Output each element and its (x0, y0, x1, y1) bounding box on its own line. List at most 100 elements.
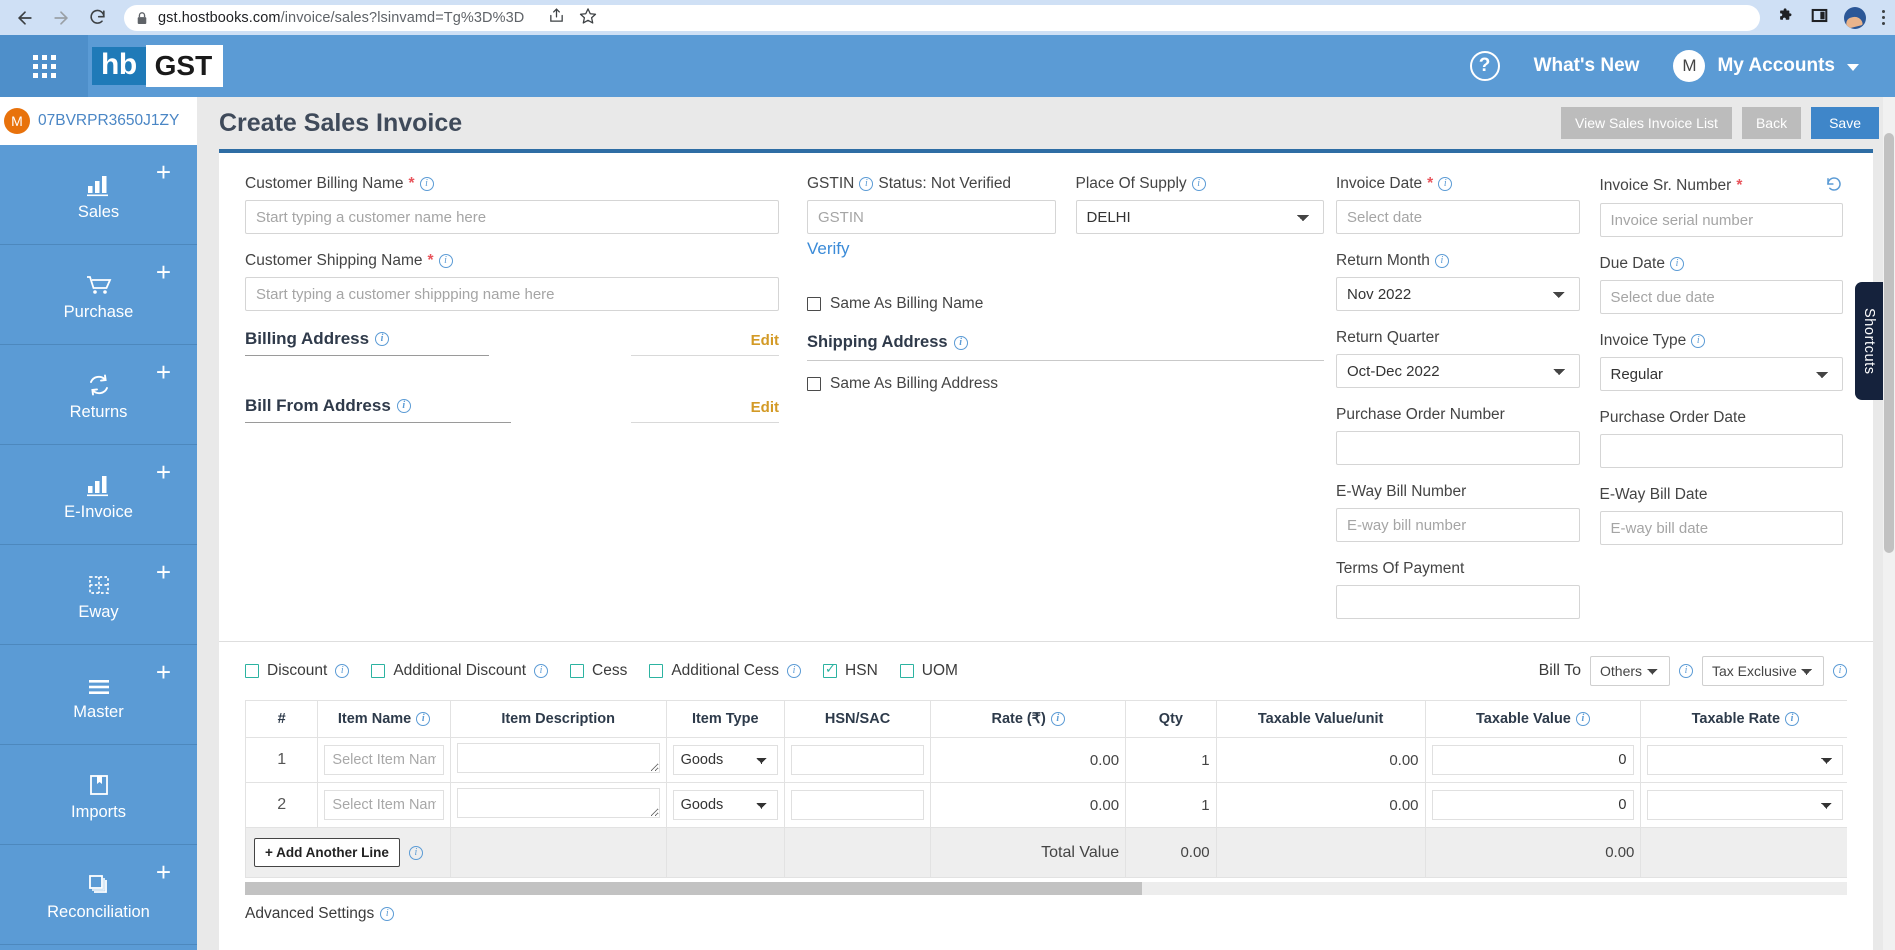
info-icon[interactable]: i (1191, 177, 1206, 191)
brand-logo[interactable]: hb GST (92, 44, 224, 88)
terms-of-payment-input[interactable] (1336, 585, 1580, 619)
apps-waffle-icon[interactable] (0, 35, 88, 97)
billing-address-edit-link[interactable]: Edit (630, 332, 779, 356)
same-as-billing-address-row[interactable]: Same As Billing Address (807, 375, 1324, 393)
sidebar-item-sales[interactable]: + Sales (0, 145, 197, 245)
discount-checkbox[interactable] (245, 664, 259, 678)
item-name-input[interactable] (324, 790, 444, 820)
taxable-rate-select[interactable] (1647, 790, 1844, 820)
sidebar-gstin-row[interactable]: M 07BVRPR3650J1ZY (0, 97, 197, 145)
refresh-icon[interactable] (1825, 175, 1843, 196)
tax-mode-select[interactable]: Tax Exclusive (1702, 656, 1824, 686)
sidebar-item-imports[interactable]: Imports (0, 745, 197, 845)
gstin-input[interactable] (807, 200, 1056, 234)
same-as-billing-name-row[interactable]: Same As Billing Name (807, 295, 1324, 313)
sidebar-item-master[interactable]: + Master (0, 645, 197, 745)
items-table-scroll[interactable]: # Item Name i Item Description Item Type … (245, 700, 1847, 878)
due-date-input[interactable] (1599, 280, 1843, 314)
info-icon[interactable]: i (1575, 712, 1590, 726)
additional-cess-checkbox[interactable] (649, 664, 664, 678)
option-additional-discount[interactable]: Additional Discount i (371, 662, 549, 680)
option-uom[interactable]: UOM (899, 662, 958, 680)
save-button[interactable]: Save (1811, 107, 1879, 139)
customer-shipping-name-input[interactable] (245, 277, 779, 311)
uom-checkbox[interactable] (899, 664, 914, 678)
cell-rate[interactable]: 0.00 (930, 737, 1127, 783)
eway-bill-date-input[interactable] (1599, 511, 1843, 545)
star-icon[interactable] (579, 7, 597, 29)
whats-new-link[interactable]: What's New (1534, 55, 1640, 77)
invoice-sr-number-input[interactable] (1599, 203, 1843, 237)
purchase-order-date-input[interactable] (1599, 434, 1843, 468)
sidebar-item-reconciliation[interactable]: + Reconciliation (0, 845, 197, 945)
hsn-sac-input[interactable] (790, 745, 925, 775)
item-description-textarea[interactable] (456, 743, 660, 773)
help-circle-icon[interactable]: ? (1469, 51, 1500, 81)
sidebar-item-eway[interactable]: + Eway (0, 545, 197, 645)
info-icon[interactable]: i (1434, 254, 1449, 268)
items-table-hscroll-thumb[interactable] (245, 882, 1143, 895)
sidebar-item-e-invoice[interactable]: + E-Invoice (0, 445, 197, 545)
info-icon[interactable]: i (335, 664, 350, 678)
eway-bill-number-input[interactable] (1336, 508, 1580, 542)
add-eway-icon[interactable]: + (156, 559, 171, 585)
item-type-select[interactable]: Goods (672, 790, 778, 820)
info-icon[interactable]: i (380, 907, 395, 921)
omnibox[interactable]: gst.hostbooks.com/invoice/sales?lsinvamd… (124, 4, 1760, 31)
cell-qty[interactable]: 1 (1125, 737, 1217, 783)
cell-rate[interactable]: 0.00 (930, 782, 1127, 828)
info-icon[interactable]: i (1050, 712, 1065, 726)
same-as-billing-name-checkbox[interactable] (807, 297, 821, 311)
page-scrollbar-thumb[interactable] (1884, 133, 1894, 553)
taxable-value-input[interactable] (1431, 745, 1635, 775)
back-arrow-icon[interactable] (10, 3, 40, 33)
option-additional-cess[interactable]: Additional Cess i (649, 662, 802, 680)
option-cess[interactable]: Cess (570, 662, 627, 680)
info-icon[interactable]: i (859, 177, 874, 191)
return-month-select[interactable]: Nov 2022 (1336, 277, 1580, 311)
item-name-input[interactable] (324, 745, 444, 775)
add-sales-icon[interactable]: + (156, 159, 171, 185)
info-icon[interactable]: i (396, 399, 411, 413)
my-accounts-menu[interactable]: M My Accounts (1673, 50, 1859, 82)
info-icon[interactable]: i (534, 664, 549, 678)
kebab-menu-icon[interactable] (1882, 10, 1885, 25)
taxable-rate-select[interactable] (1647, 745, 1844, 775)
bill-from-address-edit-link[interactable]: Edit (630, 399, 779, 423)
same-as-billing-address-checkbox[interactable] (807, 377, 821, 391)
place-of-supply-select[interactable]: DELHI (1075, 200, 1324, 234)
bill-to-select[interactable]: Others (1590, 656, 1670, 686)
add-e-invoice-icon[interactable]: + (156, 459, 171, 485)
info-icon[interactable]: i (438, 254, 453, 268)
page-scrollbar[interactable] (1883, 97, 1895, 950)
add-purchase-icon[interactable]: + (156, 259, 171, 285)
info-icon[interactable]: i (787, 664, 802, 678)
option-hsn[interactable]: HSN (823, 662, 878, 680)
invoice-date-input[interactable] (1336, 200, 1580, 234)
add-master-icon[interactable]: + (156, 659, 171, 685)
back-button[interactable]: Back (1741, 107, 1802, 139)
invoice-type-select[interactable]: Regular (1599, 357, 1843, 391)
customer-billing-name-input[interactable] (245, 200, 779, 234)
shortcuts-tab[interactable]: Shortcuts (1855, 282, 1883, 400)
add-returns-icon[interactable]: + (156, 359, 171, 385)
info-icon[interactable]: i (1438, 177, 1453, 191)
info-icon[interactable]: i (1691, 334, 1706, 348)
sidebar-item-returns[interactable]: + Returns (0, 345, 197, 445)
forward-arrow-icon[interactable] (46, 3, 76, 33)
cell-qty[interactable]: 1 (1125, 782, 1217, 828)
sidebar-item-purchase[interactable]: + Purchase (0, 245, 197, 345)
advanced-settings-section[interactable]: Advanced Settings i (219, 895, 1873, 923)
info-icon[interactable]: i (1669, 257, 1684, 271)
info-icon[interactable]: i (408, 845, 423, 860)
additional-discount-checkbox[interactable] (371, 664, 386, 678)
cess-checkbox[interactable] (570, 664, 585, 678)
profile-avatar-icon[interactable] (1844, 6, 1866, 29)
add-another-line-button[interactable]: + Add Another Line (254, 838, 400, 867)
items-table-hscrollbar[interactable] (245, 882, 1847, 895)
hsn-checkbox[interactable] (823, 662, 838, 678)
item-type-select[interactable]: Goods (672, 745, 778, 775)
info-icon[interactable]: i (1833, 664, 1847, 678)
puzzle-piece-icon[interactable] (1778, 7, 1795, 28)
return-quarter-select[interactable]: Oct-Dec 2022 (1336, 354, 1580, 388)
